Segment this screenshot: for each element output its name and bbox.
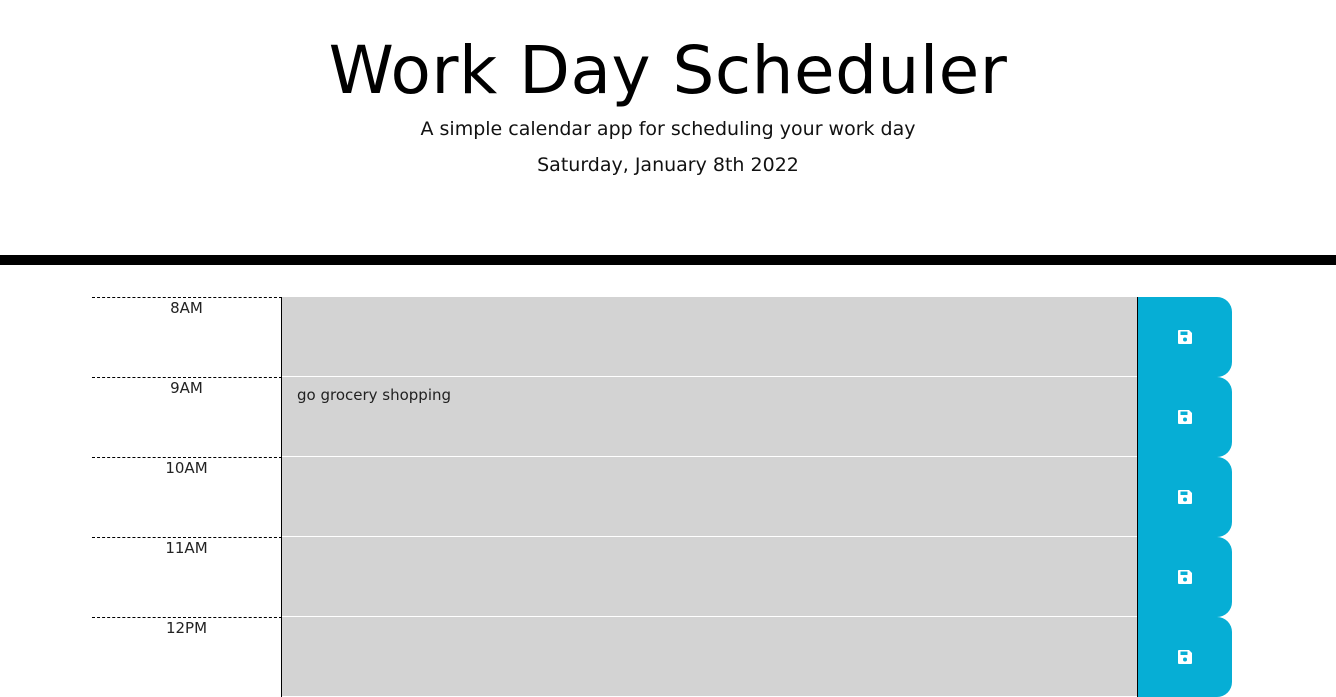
- event-description-input[interactable]: [282, 617, 1137, 697]
- current-day: Saturday, January 8th 2022: [537, 154, 799, 176]
- time-block: 9AM go grocery shopping: [92, 377, 1232, 457]
- hour-label: 10AM: [92, 457, 282, 537]
- save-button[interactable]: [1137, 297, 1232, 377]
- time-block: 8AM: [92, 297, 1232, 377]
- floppy-disk-icon: [1178, 490, 1192, 504]
- hour-label: 8AM: [92, 297, 282, 377]
- hour-label: 11AM: [92, 537, 282, 617]
- event-description-input[interactable]: [282, 297, 1137, 377]
- hour-label: 9AM: [92, 377, 282, 457]
- time-block: 12PM: [92, 617, 1232, 697]
- jumbotron-header: Work Day Scheduler A simple calendar app…: [0, 0, 1336, 265]
- scheduler-container: 8AM 9AM go grocery shopping 10AM 11AM 12…: [92, 297, 1232, 697]
- event-description-input[interactable]: [282, 457, 1137, 537]
- floppy-disk-icon: [1178, 650, 1192, 664]
- floppy-disk-icon: [1178, 570, 1192, 584]
- hour-label: 12PM: [92, 617, 282, 697]
- event-description-input[interactable]: [282, 537, 1137, 617]
- time-block: 11AM: [92, 537, 1232, 617]
- save-button[interactable]: [1137, 377, 1232, 457]
- event-description-input[interactable]: go grocery shopping: [282, 377, 1137, 457]
- floppy-disk-icon: [1178, 330, 1192, 344]
- page-title: Work Day Scheduler: [328, 32, 1008, 109]
- page-subtitle: A simple calendar app for scheduling you…: [420, 118, 916, 140]
- save-button[interactable]: [1137, 617, 1232, 697]
- save-button[interactable]: [1137, 457, 1232, 537]
- floppy-disk-icon: [1178, 410, 1192, 424]
- time-block: 10AM: [92, 457, 1232, 537]
- save-button[interactable]: [1137, 537, 1232, 617]
